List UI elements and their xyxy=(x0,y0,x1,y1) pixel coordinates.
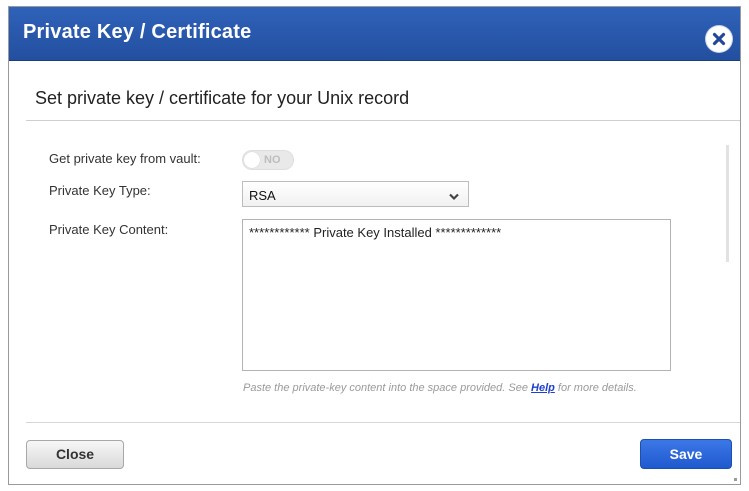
hint-suffix: for more details. xyxy=(554,382,637,394)
hint-prefix: Paste the private-key content into the s… xyxy=(243,382,532,394)
divider xyxy=(26,120,740,121)
key-content-textarea[interactable]: ************ Private Key Installed *****… xyxy=(242,219,671,371)
help-link[interactable]: Help xyxy=(531,382,555,394)
chevron-down-icon xyxy=(448,189,460,207)
dialog-titlebar: Private Key / Certificate xyxy=(9,7,740,61)
toggle-knob xyxy=(244,152,260,168)
save-button[interactable]: Save xyxy=(640,439,732,469)
key-type-label: Private Key Type: xyxy=(49,183,151,198)
resize-grip xyxy=(734,478,737,481)
dialog-title: Private Key / Certificate xyxy=(23,21,252,43)
dialog-subtitle: Set private key / certificate for your U… xyxy=(35,88,410,108)
toggle-state-text: NO xyxy=(264,154,281,166)
key-type-value: RSA xyxy=(249,188,276,203)
vault-toggle[interactable]: NO xyxy=(242,150,294,170)
key-content-label: Private Key Content: xyxy=(49,222,169,237)
private-key-dialog: Private Key / Certificate Set private ke… xyxy=(8,6,741,485)
scrollbar[interactable] xyxy=(726,145,729,262)
close-icon[interactable] xyxy=(706,26,732,52)
footer-divider xyxy=(26,422,740,423)
vault-label: Get private key from vault: xyxy=(49,151,201,166)
help-hint: Paste the private-key content into the s… xyxy=(243,382,637,394)
close-button[interactable]: Close xyxy=(26,440,124,469)
key-type-select[interactable]: RSA xyxy=(242,181,469,207)
